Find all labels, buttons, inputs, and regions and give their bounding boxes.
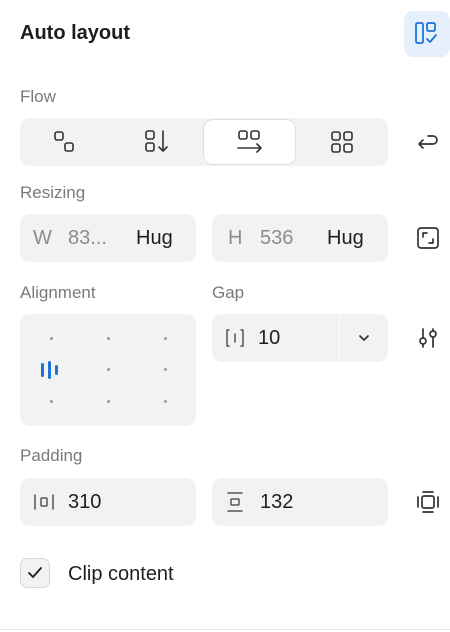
alignment-bars-icon bbox=[41, 361, 58, 379]
flow-segmented-control bbox=[20, 118, 388, 166]
auto-layout-toggle-icon bbox=[415, 22, 437, 44]
flow-option-grid[interactable] bbox=[297, 118, 388, 166]
gap-label: Gap bbox=[212, 283, 245, 302]
horizontal-padding-value[interactable]: 310 bbox=[68, 491, 101, 514]
vertical-layout-icon bbox=[53, 131, 74, 152]
height-prefix: H bbox=[228, 226, 243, 249]
clip-content-label[interactable]: Clip content bbox=[68, 563, 174, 586]
width-field[interactable]: W 83... Hug bbox=[20, 214, 196, 262]
padding-label: Padding bbox=[20, 446, 83, 465]
align-middle-right[interactable] bbox=[164, 368, 167, 371]
flow-option-vertical-layout[interactable] bbox=[20, 118, 111, 166]
panel-bottom-divider bbox=[0, 629, 450, 630]
width-prefix: W bbox=[33, 226, 52, 249]
gap-dropdown-button[interactable] bbox=[340, 314, 388, 362]
alignment-grid[interactable] bbox=[20, 314, 196, 426]
wrap-icon bbox=[418, 135, 438, 149]
flow-option-vertical[interactable] bbox=[111, 118, 202, 166]
vertical-padding-value[interactable]: 132 bbox=[260, 491, 293, 514]
height-value[interactable]: 536 bbox=[260, 227, 327, 250]
wrap-button[interactable] bbox=[410, 124, 446, 160]
gap-field[interactable]: 10 bbox=[212, 314, 388, 362]
clip-content-checkbox[interactable] bbox=[20, 558, 50, 588]
gap-settings-button[interactable] bbox=[410, 320, 446, 356]
align-bottom-right[interactable] bbox=[164, 400, 167, 403]
vertical-arrow-icon bbox=[144, 130, 168, 152]
sliders-icon bbox=[419, 328, 437, 348]
align-middle-center[interactable] bbox=[107, 368, 110, 371]
height-field[interactable]: H 536 Hug bbox=[212, 214, 388, 262]
width-value[interactable]: 83... bbox=[68, 227, 136, 250]
horizontal-padding-field[interactable]: 310 bbox=[20, 478, 196, 526]
flow-label: Flow bbox=[20, 87, 56, 106]
height-mode-dropdown[interactable]: Hug bbox=[327, 227, 364, 250]
align-top-center[interactable] bbox=[107, 337, 110, 340]
resize-corners-icon bbox=[417, 227, 439, 249]
align-bottom-center[interactable] bbox=[107, 400, 110, 403]
resizing-label: Resizing bbox=[20, 183, 86, 202]
gap-icon bbox=[226, 329, 244, 347]
vertical-padding-icon bbox=[227, 492, 243, 512]
align-bottom-left[interactable] bbox=[50, 400, 53, 403]
gap-value[interactable]: 10 bbox=[258, 327, 338, 350]
align-top-left[interactable] bbox=[50, 337, 53, 340]
padding-individual-icon bbox=[417, 491, 439, 513]
flow-option-horizontal[interactable] bbox=[203, 119, 296, 165]
horizontal-padding-icon bbox=[34, 494, 54, 510]
chevron-down-icon bbox=[359, 335, 369, 341]
grid-layout-icon bbox=[330, 131, 353, 153]
individual-padding-button[interactable] bbox=[410, 484, 446, 520]
horizontal-arrow-icon bbox=[236, 130, 262, 153]
align-middle-left-selected[interactable] bbox=[40, 360, 62, 385]
vertical-padding-field[interactable]: 132 bbox=[212, 478, 388, 526]
width-mode-dropdown[interactable]: Hug bbox=[136, 227, 173, 250]
align-top-right[interactable] bbox=[164, 337, 167, 340]
check-icon bbox=[28, 567, 42, 578]
auto-layout-toggle-button[interactable] bbox=[404, 11, 450, 57]
resize-expand-button[interactable] bbox=[410, 220, 446, 256]
alignment-label: Alignment bbox=[20, 283, 96, 302]
panel-title: Auto layout bbox=[20, 22, 130, 44]
